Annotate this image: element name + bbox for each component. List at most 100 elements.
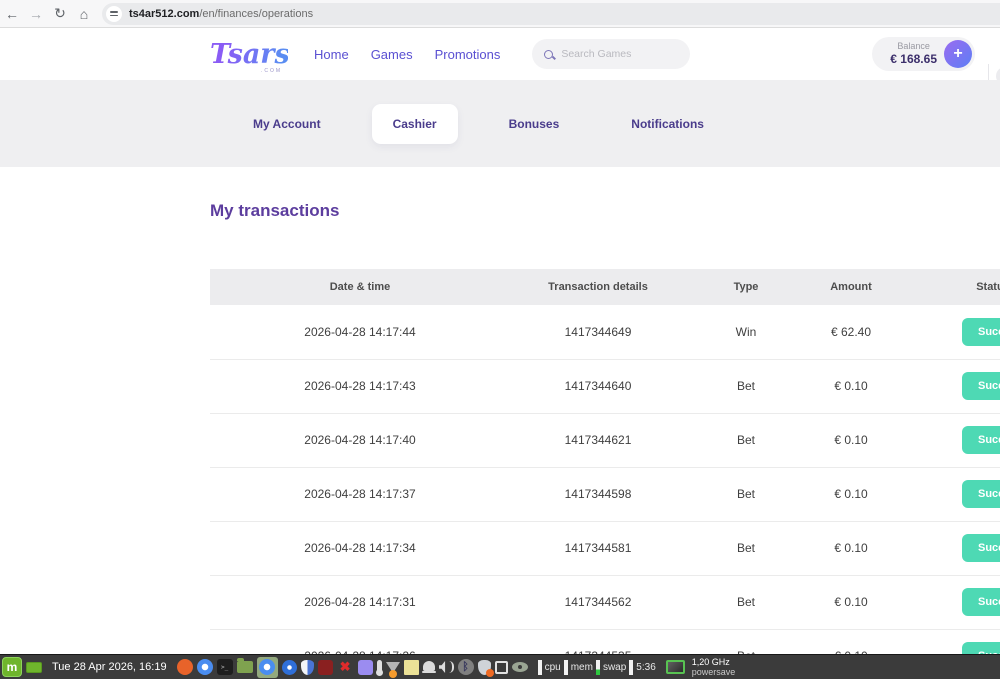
blue-app-icon[interactable] xyxy=(282,660,297,675)
cell-transaction-details: 1417344649 xyxy=(510,305,686,359)
cell-status: Success xyxy=(896,467,1000,521)
meter-bar-mem xyxy=(564,660,568,675)
cell-amount: € 62.40 xyxy=(806,305,896,359)
cell-amount: € 0.10 xyxy=(806,359,896,413)
cell-type: Bet xyxy=(686,413,806,467)
cell-amount: € 0.10 xyxy=(806,575,896,629)
cell-status: Success xyxy=(896,413,1000,467)
transactions-table: Date & timeTransaction detailsTypeAmount… xyxy=(210,269,1000,679)
status-badge: Success xyxy=(962,318,1000,346)
system-meters: cpumemswap5:36 xyxy=(538,660,656,675)
page-title: My transactions xyxy=(210,201,339,221)
chromium-browser-icon[interactable] xyxy=(197,659,213,675)
site-settings-icon[interactable] xyxy=(106,6,122,22)
column-header-transaction-details: Transaction details xyxy=(510,269,686,305)
tray-triangle-icon[interactable] xyxy=(386,662,400,673)
tray-badge xyxy=(389,670,397,678)
meter-bar-cpu xyxy=(538,660,542,675)
cell-amount: € 0.10 xyxy=(806,467,896,521)
table-row: 2026-04-28 14:17:341417344581Bet€ 0.10 Su… xyxy=(210,521,1000,575)
meter-label-swap: swap xyxy=(603,662,626,673)
volume-arc xyxy=(449,661,454,673)
taskbar-clock[interactable]: Tue 28 Apr 2026, 16:19 xyxy=(52,661,167,673)
nav-link-home[interactable]: Home xyxy=(314,47,349,62)
logo-tld: .COM xyxy=(261,68,282,74)
logo-text: Tsars xyxy=(210,41,288,68)
cpu-frequency-icon[interactable] xyxy=(666,660,685,674)
taskbar: m Tue 28 Apr 2026, 16:19 >_ ✖ ᛒ cpumemswap… xyxy=(0,655,1000,679)
cpu-frequency-value: 1,20 GHz xyxy=(692,657,736,667)
tab-my-account[interactable]: My Account xyxy=(232,104,342,144)
account-tab-band: My Account Cashier Bonuses Notifications xyxy=(0,80,1000,167)
show-desktop-icon[interactable] xyxy=(26,662,42,673)
clipboard-icon[interactable] xyxy=(495,661,508,674)
screen: ← → ↻ ⌂ ts4ar512.com/en/finances/operati… xyxy=(0,0,1000,679)
column-header-status: Status xyxy=(896,269,1000,305)
taskbar-icons: >_ ✖ ᛒ xyxy=(177,657,528,678)
red-x-app-icon[interactable]: ✖ xyxy=(337,659,354,676)
cell-type: Win xyxy=(686,305,806,359)
deposit-plus-button[interactable]: + xyxy=(944,40,972,68)
column-header-date-time: Date & time xyxy=(210,269,510,305)
column-header-type: Type xyxy=(686,269,806,305)
address-bar[interactable]: ts4ar512.com/en/finances/operations xyxy=(102,3,1000,25)
reload-icon[interactable]: ↻ xyxy=(48,5,72,22)
url-text: ts4ar512.com/en/finances/operations xyxy=(129,8,313,20)
nav-link-games[interactable]: Games xyxy=(371,47,413,62)
tab-cashier[interactable]: Cashier xyxy=(372,104,458,144)
cell-transaction-details: 1417344640 xyxy=(510,359,686,413)
cell-status: Success xyxy=(896,521,1000,575)
search-icon xyxy=(544,50,553,59)
search-input[interactable] xyxy=(561,48,671,60)
terminal-icon[interactable]: >_ xyxy=(217,659,233,675)
chromium-active-window-icon-active-tile[interactable] xyxy=(257,657,278,678)
status-badge: Success xyxy=(962,588,1000,616)
cell-type: Bet xyxy=(686,521,806,575)
cell-date-time: 2026-04-28 14:17:40 xyxy=(210,413,510,467)
back-icon[interactable]: ← xyxy=(0,6,24,22)
cell-status: Success xyxy=(896,575,1000,629)
meter-bar-5-36 xyxy=(629,660,633,675)
home-icon[interactable]: ⌂ xyxy=(72,6,96,22)
column-header-amount: Amount xyxy=(806,269,896,305)
bluetooth-icon[interactable]: ᛒ xyxy=(458,659,474,675)
cell-date-time: 2026-04-28 14:17:37 xyxy=(210,467,510,521)
table-row: 2026-04-28 14:17:431417344640Bet€ 0.10Su… xyxy=(210,359,1000,413)
nvidia-icon[interactable] xyxy=(512,662,528,672)
balance-value: € 168.65 xyxy=(890,52,937,66)
cell-status: Success xyxy=(896,305,1000,359)
dark-red-app-icon[interactable] xyxy=(318,660,333,675)
cell-transaction-details: 1417344562 xyxy=(510,575,686,629)
notification-bell-icon[interactable] xyxy=(423,661,435,671)
search-box[interactable] xyxy=(532,39,690,69)
cell-type: Bet xyxy=(686,575,806,629)
tab-notifications[interactable]: Notifications xyxy=(610,104,725,144)
status-badge: Success xyxy=(962,534,1000,562)
table-row: 2026-04-28 14:17:441417344649Win€ 62.40S… xyxy=(210,305,1000,359)
nav-link-promotions[interactable]: Promotions xyxy=(435,47,501,62)
cell-status: Success xyxy=(896,359,1000,413)
tsars-logo[interactable]: Tsars .COM xyxy=(210,41,288,68)
table-row: 2026-04-28 14:17:371417344598Bet€ 0.10Su… xyxy=(210,467,1000,521)
orange-app-icon[interactable] xyxy=(177,659,193,675)
thermometer-icon[interactable] xyxy=(377,660,382,674)
chromium-active-window-icon[interactable] xyxy=(259,659,275,675)
cell-date-time: 2026-04-28 14:17:43 xyxy=(210,359,510,413)
site-header: Tsars .COM Home Games Promotions Balance €… xyxy=(0,28,1000,80)
meter-bar-swap xyxy=(596,660,600,675)
tab-bonuses[interactable]: Bonuses xyxy=(488,104,581,144)
security-shield-icon[interactable] xyxy=(478,660,491,675)
mint-menu-icon[interactable]: m xyxy=(2,657,22,677)
purple-app-icon[interactable] xyxy=(358,660,373,675)
cell-date-time: 2026-04-28 14:17:34 xyxy=(210,521,510,575)
volume-icon[interactable] xyxy=(439,661,449,673)
file-manager-icon[interactable] xyxy=(237,661,253,673)
balance-pill[interactable]: Balance € 168.65 + xyxy=(872,37,975,71)
forward-icon[interactable]: → xyxy=(24,6,48,22)
tune-icon xyxy=(110,11,118,17)
shield-app-icon[interactable] xyxy=(301,660,314,675)
cell-amount: € 0.10 xyxy=(806,521,896,575)
cell-type: Bet xyxy=(686,359,806,413)
cell-transaction-details: 1417344581 xyxy=(510,521,686,575)
sticky-note-icon[interactable] xyxy=(404,660,419,675)
